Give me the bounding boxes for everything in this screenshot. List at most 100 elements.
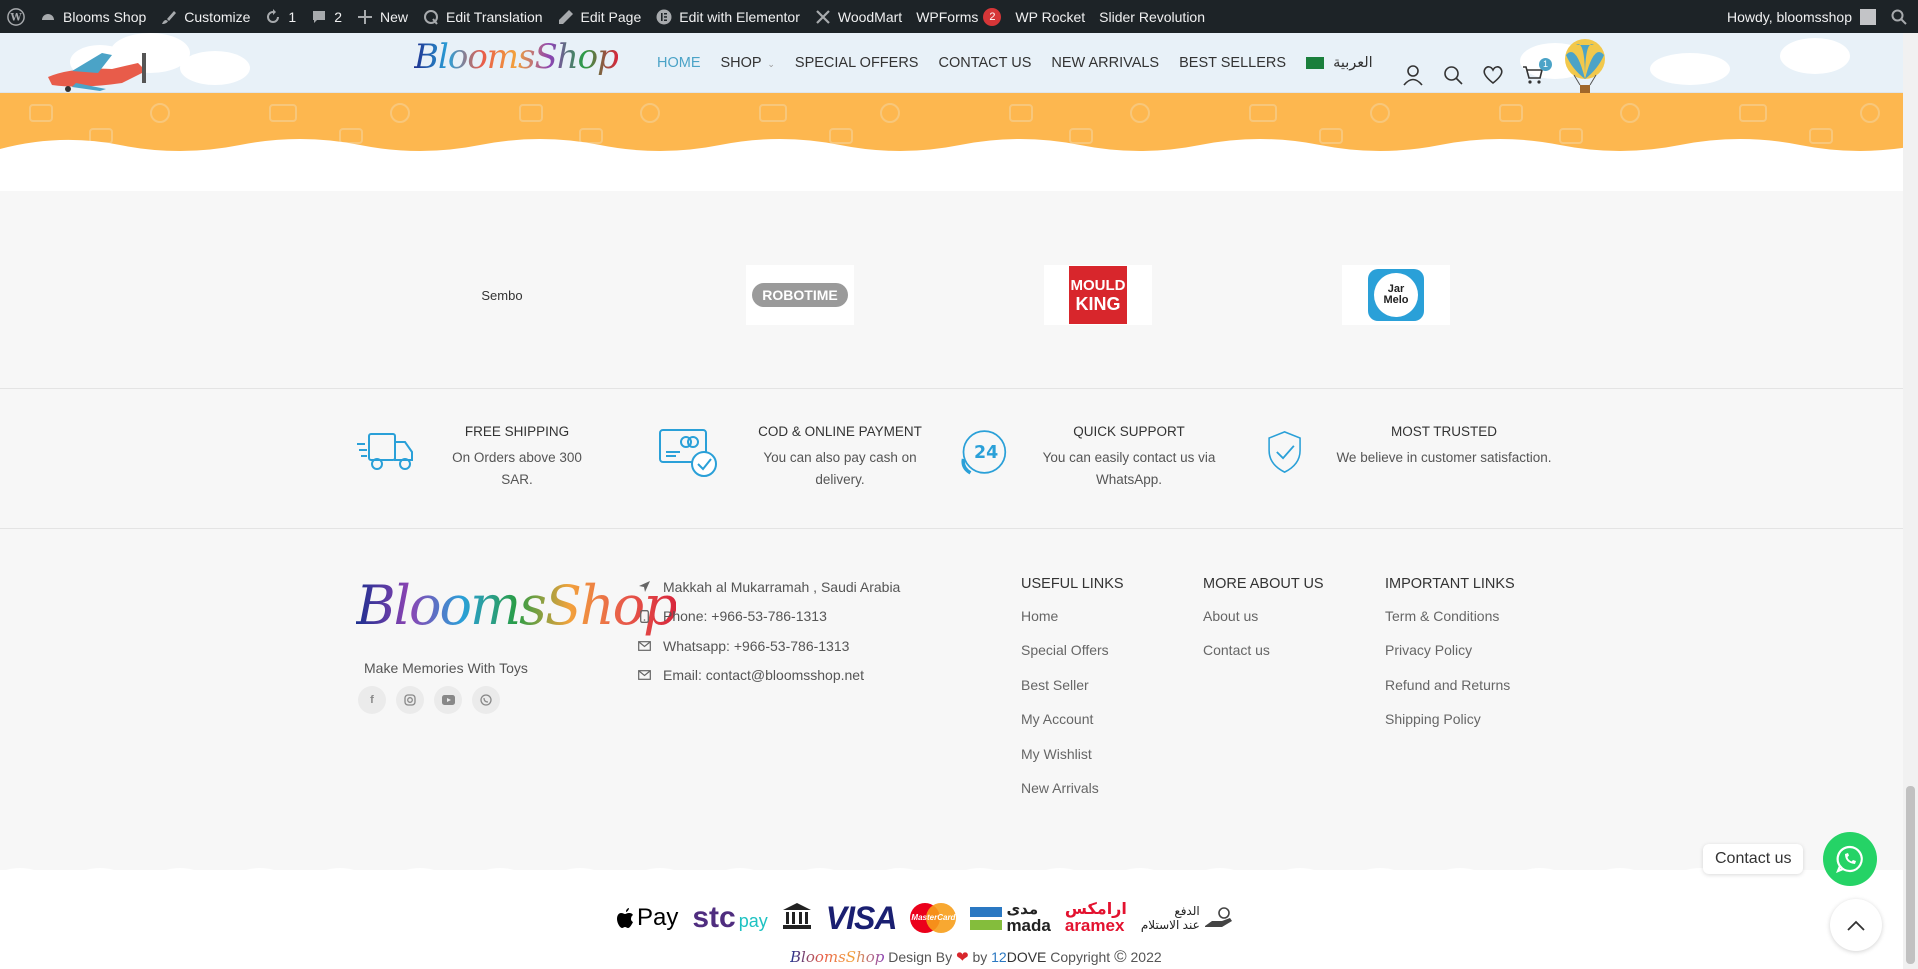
whatsapp-link[interactable] — [472, 686, 500, 714]
whatsapp-chat-button[interactable] — [1823, 832, 1878, 886]
slider-revolution-link[interactable]: Slider Revolution — [1092, 0, 1212, 33]
footer-link-privacy[interactable]: Privacy Policy — [1385, 640, 1515, 674]
footer-link-shipping[interactable]: Shipping Policy — [1385, 709, 1515, 743]
main-nav: HOME SHOP ⌄ SPECIAL OFFERS CONTACT US NE… — [647, 33, 1383, 93]
youtube-icon — [441, 695, 455, 705]
nav-best-sellers[interactable]: BEST SELLERS — [1169, 55, 1296, 71]
important-links-column: IMPORTANT LINKS Term & Conditions Privac… — [1385, 576, 1515, 744]
updates-link[interactable]: 1 — [257, 0, 303, 33]
new-content-link[interactable]: New — [349, 0, 415, 33]
cod-ar-line2: عند الاستلام — [1140, 918, 1200, 932]
language-label: العربية — [1333, 55, 1373, 71]
whatsapp-widget: Contact us — [1703, 832, 1878, 886]
company-link[interactable]: 12DOVE — [991, 949, 1046, 965]
footer-logo-text: BloomsShop — [356, 574, 678, 637]
youtube-link[interactable] — [434, 686, 462, 714]
nav-shop[interactable]: SHOP ⌄ — [711, 55, 785, 71]
nav-shop-label: SHOP — [720, 55, 762, 71]
useful-links-title: USEFUL LINKS — [1021, 576, 1124, 592]
payment-methods: Pay stc pay VISA MasterCard مدى mada ارا… — [617, 898, 1234, 938]
wishlist-button[interactable] — [1480, 62, 1506, 88]
edit-page-link[interactable]: Edit Page — [550, 0, 649, 33]
footer-link-special-offers[interactable]: Special Offers — [1021, 640, 1124, 674]
nav-home[interactable]: HOME — [647, 55, 711, 71]
instagram-icon — [404, 694, 416, 706]
nav-contact-us[interactable]: CONTACT US — [928, 55, 1041, 71]
customize-link[interactable]: Customize — [153, 0, 257, 33]
whatsapp-icon — [1836, 845, 1864, 873]
brand-sembo[interactable]: Sembo — [448, 265, 556, 325]
footer-link-best-seller[interactable]: Best Seller — [1021, 675, 1124, 709]
scrollbar-thumb[interactable] — [1906, 786, 1915, 964]
brand-jarmelo[interactable]: Jar Melo — [1342, 265, 1450, 325]
cart-count-badge: 1 — [1539, 57, 1552, 71]
footer-link-home[interactable]: Home — [1021, 606, 1124, 640]
dashboard-icon — [39, 8, 57, 26]
header-logo[interactable]: BloomsShop — [414, 37, 619, 77]
instagram-link[interactable] — [396, 686, 424, 714]
translate-icon — [422, 8, 440, 26]
contact-address-text: Makkah al Mukarramah , Saudi Arabia — [663, 578, 901, 595]
heart-icon — [1483, 65, 1503, 84]
nav-language-switch[interactable]: العربية — [1296, 55, 1383, 71]
nav-new-arrivals[interactable]: NEW ARRIVALS — [1041, 55, 1169, 71]
comments-link[interactable]: 2 — [303, 0, 349, 33]
copyright-year: 2022 — [1130, 949, 1162, 965]
brand-mould-king-logo: MOULD KING — [1069, 266, 1127, 324]
hot-air-balloon-icon — [1562, 39, 1608, 100]
woodmart-link[interactable]: WoodMart — [807, 0, 909, 33]
more-about-title: MORE ABOUT US — [1203, 576, 1324, 592]
admin-search-button[interactable] — [1883, 0, 1918, 33]
feature-desc: You can also pay cash on delivery. — [763, 450, 917, 487]
facebook-link[interactable]: f — [358, 686, 386, 714]
cloud-decoration — [1650, 53, 1730, 85]
brands-carousel: Sembo ROBOTIME MOULD KING Jar Melo — [0, 191, 1903, 389]
my-account-link[interactable]: Howdy, bloomsshop — [1720, 0, 1883, 33]
mada-bars — [970, 906, 1003, 930]
brand-robotime-logo: ROBOTIME — [752, 283, 848, 307]
saudi-flag-icon — [1306, 57, 1325, 70]
footer-link-my-account[interactable]: My Account — [1021, 709, 1124, 743]
feature-title: QUICK SUPPORT — [1073, 424, 1185, 439]
edit-elementor-link[interactable]: Edit with Elementor — [648, 0, 807, 33]
woodmart-icon — [814, 8, 832, 26]
visa-logo: VISA — [825, 899, 898, 936]
search-button[interactable] — [1440, 62, 1466, 88]
footer-link-contact-us[interactable]: Contact us — [1203, 640, 1324, 674]
truck-icon — [357, 433, 413, 470]
site-name-link[interactable]: Blooms Shop — [32, 0, 153, 33]
contact-phone-text: Phone: +966-53-786-1313 — [663, 608, 827, 625]
header-logo-text: BloomsShop — [414, 37, 619, 77]
mould-king-line2: KING — [1075, 294, 1121, 314]
pencil-icon — [557, 8, 575, 26]
brand-jarmelo-logo: Jar Melo — [1368, 269, 1424, 321]
contact-email-text[interactable]: Email: contact@bloomsshop.net — [663, 667, 864, 683]
footer-contact-list: Makkah al Mukarramah , Saudi Arabia Phon… — [637, 572, 900, 690]
footer-logo[interactable]: BloomsShop — [356, 574, 678, 637]
contact-phone: Phone: +966-53-786-1313 — [637, 602, 900, 632]
wp-rocket-link[interactable]: WP Rocket — [1008, 0, 1092, 33]
envelope-icon — [637, 639, 651, 653]
wpforms-link[interactable]: WPForms 2 — [909, 0, 1008, 33]
footer-link-new-arrivals[interactable]: New Arrivals — [1021, 778, 1124, 812]
account-button[interactable] — [1400, 62, 1426, 88]
footer-link-refund[interactable]: Refund and Returns — [1385, 675, 1515, 709]
hand-coin-icon — [1204, 907, 1232, 927]
footer-link-my-wishlist[interactable]: My Wishlist — [1021, 744, 1124, 778]
wp-logo-button[interactable]: W — [0, 0, 32, 33]
brand-robotime[interactable]: ROBOTIME — [746, 265, 854, 325]
footer-link-about-us[interactable]: About us — [1203, 606, 1324, 640]
whatsapp-icon — [480, 694, 492, 706]
jarmelo-line2: Melo — [1383, 294, 1409, 306]
footer-link-terms[interactable]: Term & Conditions — [1385, 606, 1515, 640]
contact-us-bubble[interactable]: Contact us — [1703, 844, 1804, 874]
nav-special-offers[interactable]: SPECIAL OFFERS — [785, 55, 929, 71]
brand-mould-king[interactable]: MOULD KING — [1044, 265, 1152, 325]
contact-email: Email: contact@bloomsshop.net — [637, 661, 900, 691]
edit-translation-link[interactable]: Edit Translation — [415, 0, 550, 33]
scroll-to-top-button[interactable] — [1830, 899, 1882, 951]
company-name: DOVE — [1006, 949, 1047, 965]
cart-button[interactable]: 1 — [1520, 57, 1552, 88]
wp-admin-bar: W Blooms Shop Customize 1 2 New Edit Tra… — [0, 0, 1918, 33]
feature-desc: On Orders above 300 SAR. — [452, 450, 582, 487]
